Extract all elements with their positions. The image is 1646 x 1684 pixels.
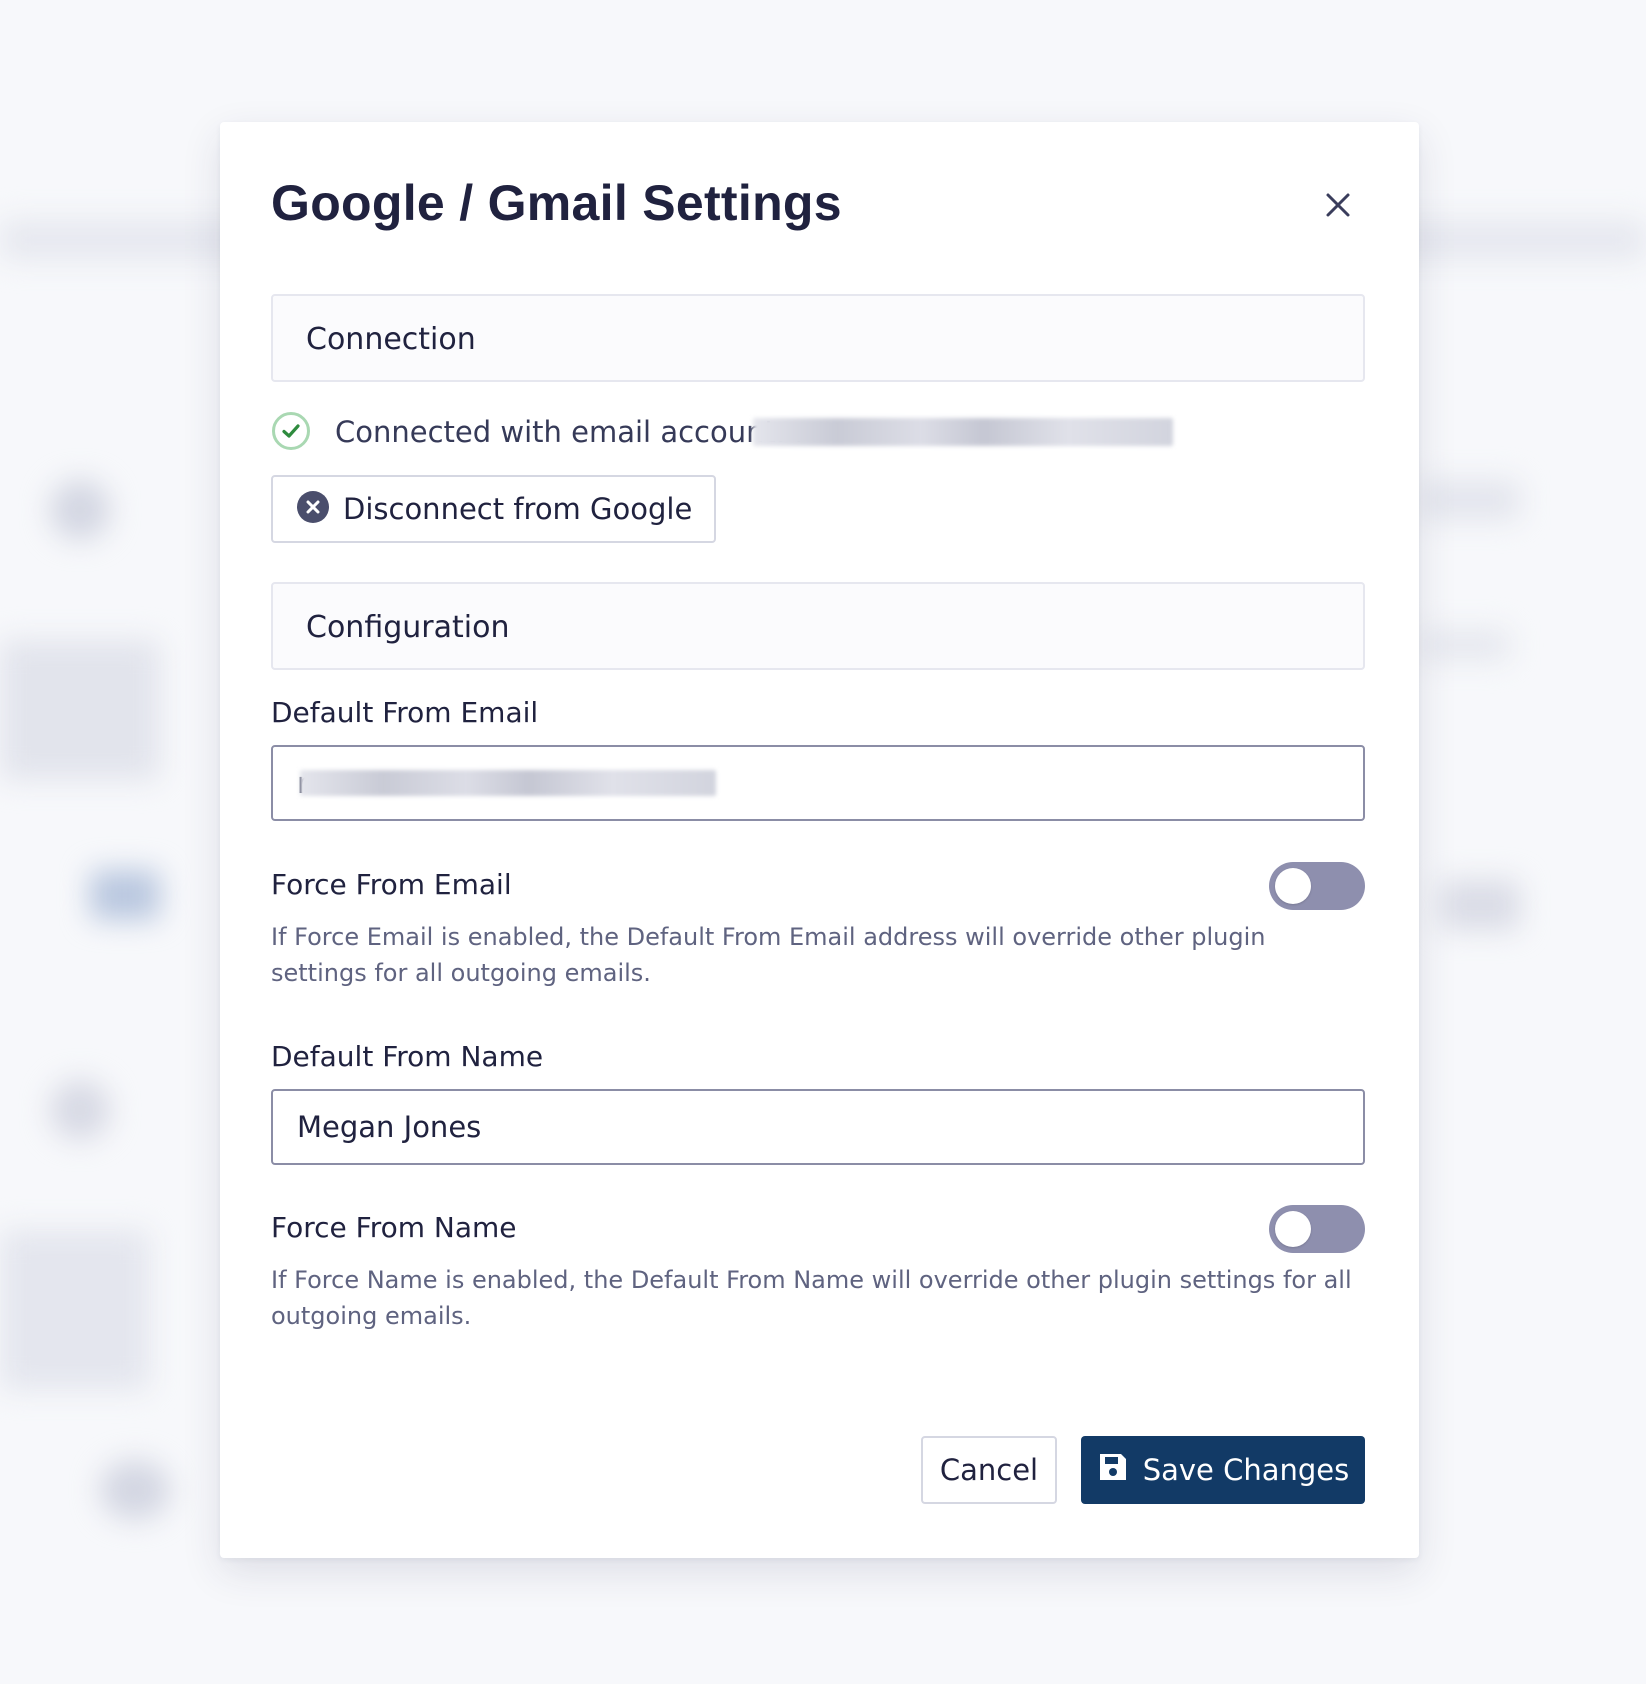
force-from-name-help: If Force Name is enabled, the Default Fr… <box>271 1266 1352 1330</box>
connection-status: Connected with email account: r <box>271 411 1365 453</box>
default-from-email-label: Default From Email <box>271 696 539 729</box>
redacted-email-value <box>300 770 716 796</box>
force-from-name-label: Force From Name <box>271 1211 517 1244</box>
force-from-email-help: If Force Email is enabled, the Default F… <box>271 923 1266 987</box>
cancel-button-label: Cancel <box>939 1453 1039 1487</box>
connection-section-title: Connection <box>306 322 476 357</box>
redacted-email <box>753 418 1173 446</box>
connection-status-text: Connected with email account: r <box>335 415 807 449</box>
save-changes-button[interactable]: Save Changes <box>1081 1436 1365 1504</box>
force-from-email-toggle[interactable] <box>1269 862 1365 910</box>
close-icon <box>1325 192 1351 222</box>
disconnect-button[interactable]: Disconnect from Google <box>271 475 717 543</box>
force-from-email-label: Force From Email <box>271 868 512 901</box>
configuration-section-header: Configuration <box>271 582 1365 670</box>
connection-section-header: Connection <box>271 294 1365 382</box>
configuration-section-title: Configuration <box>306 610 510 645</box>
default-from-name-input[interactable] <box>271 1089 1365 1165</box>
force-from-name-toggle[interactable] <box>1269 1205 1365 1253</box>
check-circle-icon <box>271 411 311 451</box>
floppy-disk-icon <box>1097 1451 1129 1490</box>
toggle-knob <box>1275 1211 1311 1247</box>
toggle-knob <box>1275 868 1311 904</box>
modal-title: Google / Gmail Settings <box>271 175 842 231</box>
default-from-name-label: Default From Name <box>271 1040 544 1073</box>
cancel-button[interactable]: Cancel <box>921 1436 1057 1504</box>
disconnect-button-label: Disconnect from Google <box>343 492 693 526</box>
gmail-settings-modal: Google / Gmail Settings Connection Conne… <box>220 122 1419 1558</box>
close-button[interactable] <box>1315 184 1361 230</box>
save-button-label: Save Changes <box>1142 1453 1350 1487</box>
x-circle-icon <box>297 491 329 527</box>
